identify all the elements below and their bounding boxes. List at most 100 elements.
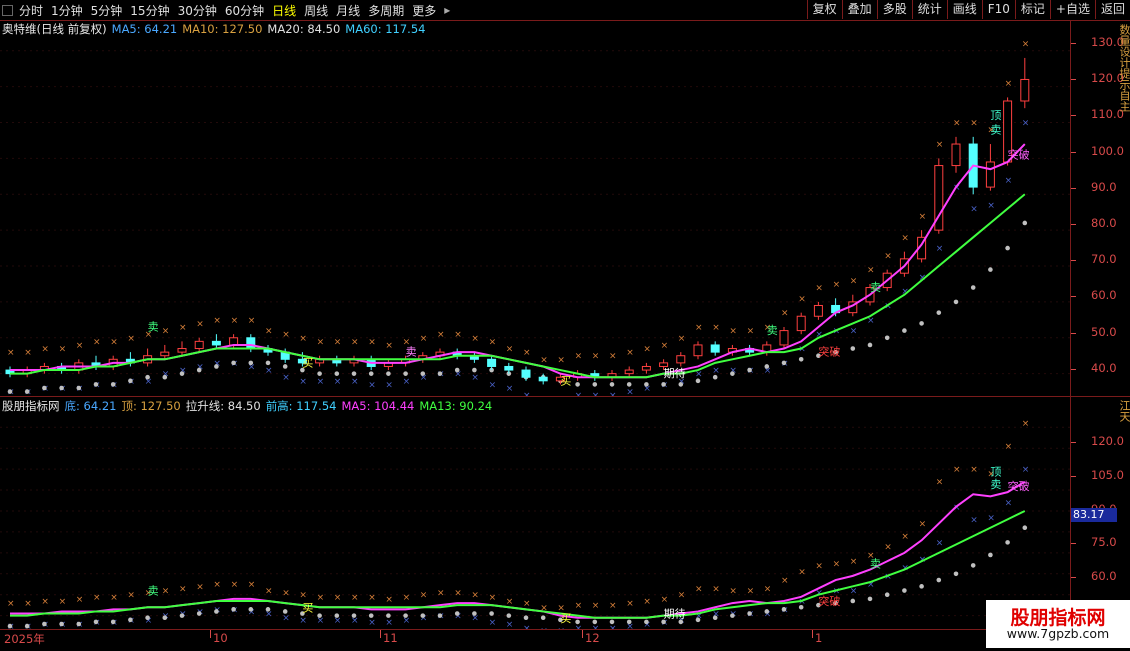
toolbar-button[interactable]: F10	[981, 0, 1015, 19]
pullup-dot	[764, 609, 770, 614]
pullup-dot	[506, 613, 512, 618]
top-marker: ×	[747, 327, 755, 337]
pullup-dot	[953, 299, 959, 305]
pullup-dot	[214, 609, 219, 614]
top-marker: ×	[7, 599, 15, 609]
period-tab[interactable]: 15分钟	[130, 2, 169, 19]
signal-label: 卖	[406, 346, 417, 359]
price-chart-pane[interactable]: 奥特维(日线 前复权) MA5: 64.21 MA10: 127.50 MA20…	[0, 20, 1070, 396]
price-legend: 奥特维(日线 前复权) MA5: 64.21 MA10: 127.50 MA20…	[2, 21, 430, 37]
y-tick-mark	[1071, 79, 1076, 81]
signal-label: 买	[302, 601, 313, 614]
top-marker: ×	[747, 587, 755, 597]
pullup-dot	[128, 617, 133, 623]
toolbar-button[interactable]: 叠加	[841, 0, 877, 19]
signal-label: 卖	[990, 123, 1001, 136]
pullup-dot	[626, 619, 632, 625]
pullup-dot	[265, 607, 271, 612]
top-marker: ×	[59, 597, 67, 607]
toolbar-button[interactable]: 复权	[806, 0, 842, 19]
top-marker: ×	[678, 334, 686, 344]
pullup-dot	[128, 378, 133, 384]
pullup-dot	[695, 617, 701, 623]
pullup-dot	[609, 382, 615, 387]
bottom-marker: ×	[299, 377, 307, 387]
top-marker: ×	[334, 593, 342, 603]
candle-body	[1020, 78, 1030, 102]
signal-label: 卖	[148, 321, 159, 334]
top-marker: ×	[1022, 419, 1030, 429]
ma-line	[10, 143, 1026, 379]
candlestick-chart[interactable]: × × × × × × × × × × × × × × × × × × × × × × × × × × × × × × × × × × × × × × × ×…	[0, 20, 1070, 396]
signal-label: 期待	[664, 607, 686, 621]
period-tab[interactable]: 60分钟	[225, 2, 264, 19]
bottom-marker: ×	[282, 614, 290, 624]
top-marker: ×	[592, 601, 600, 611]
y-tick-mark	[1071, 543, 1076, 545]
bottom-marker: ×	[334, 377, 342, 387]
pullup-dot	[781, 360, 787, 366]
pullup-dot	[420, 613, 426, 618]
top-marker: ×	[127, 334, 135, 344]
bottom-marker: ×	[1005, 499, 1013, 509]
pullup-dot	[162, 615, 168, 621]
legend-ma60: MA60: 117.54	[345, 22, 426, 36]
legend-top: 顶: 127.50	[121, 399, 181, 413]
bottom-marker: ×	[1022, 465, 1030, 475]
pullup-dot	[7, 623, 13, 629]
pullup-dot	[145, 374, 150, 380]
candle-body	[676, 355, 686, 364]
pullup-dot	[93, 619, 99, 625]
top-marker: ×	[162, 587, 170, 597]
top-marker: ×	[317, 337, 325, 347]
pullup-dot	[282, 364, 288, 369]
period-tab[interactable]: 分时	[19, 2, 43, 19]
top-marker: ×	[850, 557, 858, 567]
period-tab[interactable]: 更多	[412, 2, 436, 19]
period-tab[interactable]: 月线	[336, 2, 360, 19]
period-tab[interactable]: 30分钟	[178, 2, 217, 19]
top-marker: ×	[970, 119, 978, 129]
indicator-chart[interactable]: × × × × × × × × × × × × × × × × × × × × × × × × × × × × × × × × × × × × × × × ×…	[0, 397, 1070, 630]
current-value-badge: 83.17	[1071, 508, 1117, 522]
toolbar-button[interactable]: 标记	[1014, 0, 1050, 19]
pullup-dot	[850, 346, 856, 351]
top-marker: ×	[471, 591, 479, 601]
y-tick-mark	[1071, 475, 1076, 477]
legend-prev-high: 前高: 117.54	[265, 399, 337, 413]
top-marker: ×	[403, 593, 411, 603]
period-tab[interactable]: 5分钟	[91, 2, 123, 19]
top-marker: ×	[833, 280, 841, 290]
top-marker: ×	[248, 580, 256, 590]
pullup-dot	[609, 619, 615, 625]
period-tab[interactable]: 日线	[272, 2, 296, 19]
top-marker: ×	[781, 576, 789, 586]
pullup-dot	[179, 613, 185, 618]
top-marker: ×	[850, 276, 858, 286]
top-marker: ×	[385, 341, 393, 351]
period-tab[interactable]: 1分钟	[51, 2, 83, 19]
function-buttons: 复权 叠加 多股 统计 画线 F10 标记 +自选 返回	[806, 0, 1130, 20]
collapse-icon[interactable]	[2, 4, 13, 16]
pullup-dot	[351, 613, 357, 618]
top-marker: ×	[575, 352, 583, 362]
toolbar-button[interactable]: 返回	[1094, 0, 1130, 19]
period-tab[interactable]: 周线	[304, 2, 328, 19]
top-marker: ×	[609, 352, 617, 362]
more-arrow-icon[interactable]: ▸	[444, 3, 450, 17]
toolbar-button[interactable]: 多股	[876, 0, 912, 19]
legend-pullup: 拉升线: 84.50	[185, 399, 261, 413]
y-tick-label: 70.0	[1091, 252, 1117, 267]
toolbar-button[interactable]: 画线	[946, 0, 982, 19]
toolbar-button[interactable]: +自选	[1049, 0, 1095, 19]
period-tab[interactable]: 多周期	[368, 2, 404, 19]
pullup-dot	[902, 588, 907, 593]
top-marker: ×	[248, 316, 256, 326]
top-marker: ×	[93, 337, 101, 347]
indicator-pane[interactable]: 股朋指标网 底: 64.21 顶: 127.50 拉升线: 84.50 前高: …	[0, 396, 1070, 630]
toolbar-button[interactable]: 统计	[911, 0, 947, 19]
top-marker: ×	[901, 532, 909, 542]
pullup-dot	[747, 367, 752, 373]
pullup-dot	[970, 285, 976, 290]
top-marker: ×	[489, 337, 497, 347]
